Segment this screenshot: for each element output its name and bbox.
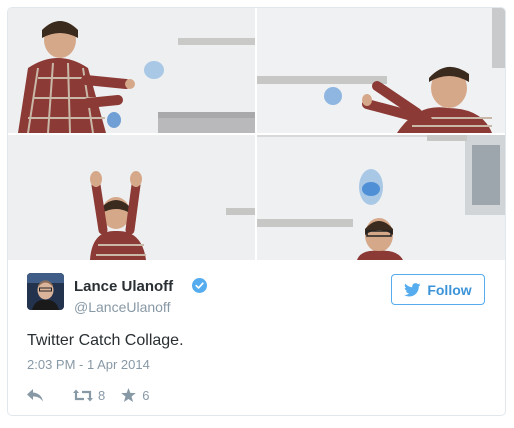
reply-icon bbox=[27, 388, 43, 401]
twitter-bird-icon bbox=[404, 282, 421, 296]
follow-button[interactable]: Follow bbox=[391, 274, 485, 305]
avatar[interactable] bbox=[27, 273, 64, 310]
reply-button[interactable] bbox=[27, 388, 49, 402]
tweet-actions: 8 6 bbox=[27, 386, 149, 404]
photo-collage[interactable] bbox=[8, 8, 505, 260]
favorite-button[interactable]: 6 bbox=[121, 388, 149, 403]
tweet-card: Lance Ulanoff @LanceUlanoff Follow Twitt… bbox=[7, 7, 506, 416]
retweet-button[interactable]: 8 bbox=[73, 388, 105, 403]
collage-photo-1[interactable] bbox=[8, 8, 255, 133]
collage-photo-2[interactable] bbox=[257, 8, 505, 133]
tweet-text: Twitter Catch Collage. bbox=[27, 332, 184, 349]
follow-button-label: Follow bbox=[427, 281, 472, 298]
author-handle[interactable]: @LanceUlanoff bbox=[74, 299, 170, 315]
tweet-timestamp[interactable]: 2:03 PM - 1 Apr 2014 bbox=[27, 357, 150, 372]
favorite-count: 6 bbox=[142, 387, 150, 403]
star-icon bbox=[121, 388, 137, 402]
avatar-photo-icon bbox=[27, 273, 64, 310]
retweet-icon bbox=[73, 389, 93, 401]
author-name[interactable]: Lance Ulanoff bbox=[74, 278, 173, 295]
verified-badge-icon bbox=[192, 278, 207, 293]
retweet-count: 8 bbox=[98, 387, 106, 403]
collage-photo-3[interactable] bbox=[8, 135, 255, 260]
collage-photo-4[interactable] bbox=[257, 135, 505, 260]
